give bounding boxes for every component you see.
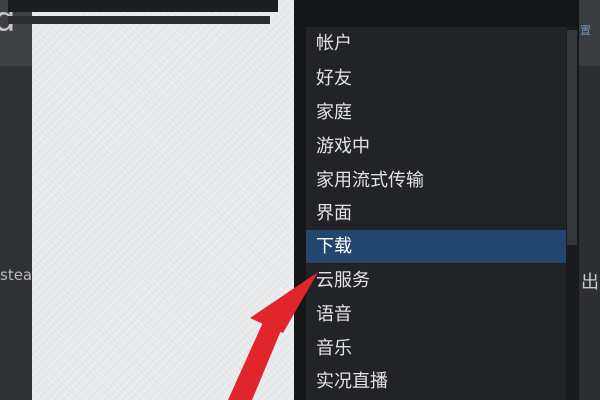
menu-item-label: 实况直播 <box>316 371 388 392</box>
panel-divider-bar <box>8 16 270 24</box>
menu-item-family[interactable]: 家庭 <box>306 96 566 129</box>
menu-item-account[interactable]: 帐户 <box>306 27 566 60</box>
menu-item-label: 云服务 <box>316 270 370 291</box>
menu-item-label: 家庭 <box>316 102 352 123</box>
menu-item-interface[interactable]: 界面 <box>306 197 566 230</box>
menu-item-remote-play[interactable]: 家用流式传输 <box>306 164 566 197</box>
menu-item-friends[interactable]: 好友 <box>306 62 566 95</box>
background-text-fragment: stea <box>0 266 33 284</box>
menu-item-label: 游戏中 <box>316 136 370 157</box>
menu-item-label: 家用流式传输 <box>316 170 424 191</box>
menu-item-broadcasting[interactable]: 实况直播 <box>306 365 566 398</box>
menu-item-label: 语音 <box>316 304 352 325</box>
menu-item-voice[interactable]: 语音 <box>306 298 566 331</box>
menu-item-label: 界面 <box>316 203 352 224</box>
menu-item-downloads[interactable]: 下载 <box>306 230 566 263</box>
menu-item-label: 音乐 <box>316 338 352 359</box>
panel-header-strip <box>8 0 278 12</box>
settings-menu: 帐户 好友 家庭 游戏中 家用流式传输 界面 下载 云服务 语音 音乐 实况直播 <box>306 27 566 400</box>
menu-item-in-game[interactable]: 游戏中 <box>306 130 566 163</box>
white-overlay-area <box>32 0 294 400</box>
menu-item-music[interactable]: 音乐 <box>306 332 566 365</box>
background-right-text: 出 <box>581 272 599 293</box>
menu-item-label: 下载 <box>316 236 352 257</box>
menu-scrollbar-thumb[interactable] <box>567 30 577 245</box>
menu-item-label: 好友 <box>316 68 352 89</box>
menu-item-cloud[interactable]: 云服务 <box>306 264 566 297</box>
menu-item-label: 帐户 <box>316 33 352 54</box>
background-right-link: 置 <box>580 24 591 37</box>
